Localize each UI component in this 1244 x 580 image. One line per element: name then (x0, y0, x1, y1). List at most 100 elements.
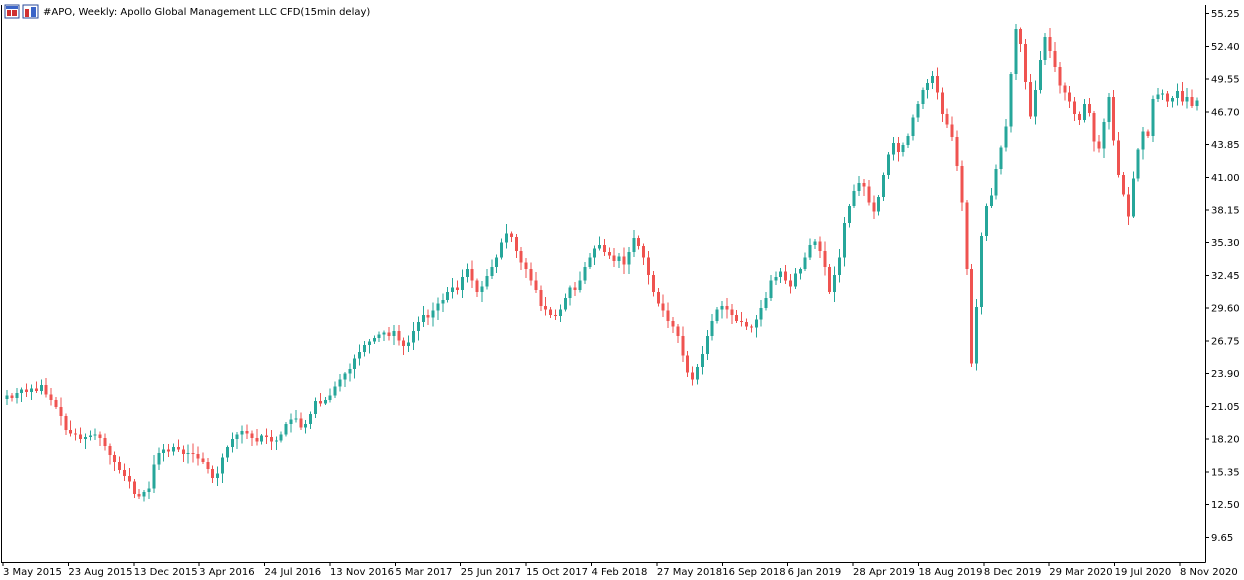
candle-body (299, 418, 303, 428)
candle-body (681, 335, 685, 356)
x-tick-label: 13 Dec 2015 (134, 567, 198, 578)
candle-body (1112, 96, 1116, 141)
candle-body (1068, 92, 1072, 102)
candle-body (852, 191, 856, 206)
x-tick-label: 8 Nov 2020 (1180, 567, 1238, 578)
candle-body (632, 238, 636, 252)
candle-body (862, 183, 866, 187)
candle-body (362, 344, 366, 352)
x-tick-label: 29 Mar 2020 (1049, 567, 1112, 578)
candle-body (137, 494, 141, 497)
y-tick-label: 26.75 (1211, 336, 1240, 347)
candle-body (426, 315, 430, 318)
candle-body (387, 332, 391, 336)
candle-body (20, 389, 24, 394)
candle-body (10, 395, 14, 398)
candle-body (29, 388, 33, 393)
candle-body (823, 250, 827, 267)
candle-body (1077, 114, 1081, 120)
candle-body (916, 103, 920, 118)
x-tick-label: 28 Apr 2019 (853, 567, 915, 578)
candle-body (132, 481, 136, 495)
candle-body (661, 303, 665, 311)
x-tick-label: 13 Nov 2016 (330, 567, 394, 578)
candle-body (1024, 44, 1028, 82)
y-tick-label: 18.20 (1211, 435, 1240, 446)
candle-body (813, 241, 817, 246)
y-tick-label: 21.05 (1211, 402, 1240, 413)
candle-body (157, 452, 161, 465)
candle-body (1136, 149, 1140, 179)
x-tick-label: 25 Jun 2017 (461, 567, 521, 578)
candle-body (1004, 126, 1008, 148)
candle-body (152, 464, 156, 489)
candle-body (695, 366, 699, 380)
candle-body (206, 462, 210, 469)
candle-body (220, 457, 224, 474)
candle-body (926, 83, 930, 90)
candle-body (666, 310, 670, 321)
candle-body (436, 303, 440, 311)
candle-body (882, 174, 886, 197)
candle-body (421, 315, 425, 322)
candle-body (451, 287, 455, 293)
candle-body (172, 447, 176, 452)
candle-body (774, 277, 778, 281)
candle-body (1185, 96, 1189, 102)
candle-body (524, 262, 528, 270)
x-tick-label: 27 May 2018 (657, 567, 722, 578)
y-tick-label: 9.65 (1211, 533, 1233, 544)
candle-body (279, 434, 283, 441)
candle-body (558, 309, 562, 317)
candle-body (5, 395, 9, 399)
chart-window-icon[interactable] (4, 4, 20, 19)
candle-body (372, 338, 376, 342)
candle-body (69, 429, 73, 434)
candle-body (304, 424, 308, 428)
candle-body (519, 250, 523, 263)
candle-body (59, 406, 63, 417)
candle-body (583, 266, 587, 281)
candle-body (54, 400, 58, 407)
candle-body (1107, 96, 1111, 123)
x-axis: 3 May 2015 23 Aug 2015 13 Dec 2015 3 Apr 20… (2, 562, 1238, 578)
candle-body (88, 435, 92, 437)
candle-body (984, 205, 988, 236)
candle-body (323, 400, 327, 404)
candle-body (715, 309, 719, 321)
candle-body (896, 142, 900, 153)
candle-body (544, 305, 548, 310)
candle-body (637, 238, 641, 247)
candle-body (191, 452, 195, 455)
candle-body (529, 269, 533, 281)
x-tick-label: 18 Aug 2019 (918, 567, 982, 578)
candle-body (216, 473, 220, 479)
candle-body (1122, 174, 1126, 195)
candle-body (431, 310, 435, 318)
y-tick-label: 15.35 (1211, 467, 1240, 478)
candle-body (779, 271, 783, 278)
candle-body (382, 332, 386, 335)
candle-body (289, 419, 293, 425)
candle-body (367, 341, 371, 345)
candle-body (710, 320, 714, 336)
y-tick-label: 41.00 (1211, 173, 1240, 184)
plot-area (1, 5, 1206, 563)
candle-body (353, 358, 357, 370)
y-axis: 55.25 52.40 49.55 46.70 43.85 41.00 38.15 35.30… (1205, 9, 1240, 544)
candle-body (612, 255, 616, 262)
candle-body (877, 196, 881, 212)
candle-body (358, 351, 362, 359)
candle-body (1131, 178, 1135, 217)
candle-body (818, 241, 822, 251)
candle-body (274, 440, 278, 442)
candle-body (1038, 60, 1042, 90)
price-data-icon[interactable] (22, 4, 39, 19)
candle-body (411, 331, 415, 343)
candle-body (348, 369, 352, 374)
candle-body (93, 434, 97, 436)
candle-body (402, 340, 406, 347)
candle-body (505, 233, 509, 243)
candle-body (1043, 37, 1047, 61)
candle-body (1058, 67, 1062, 86)
